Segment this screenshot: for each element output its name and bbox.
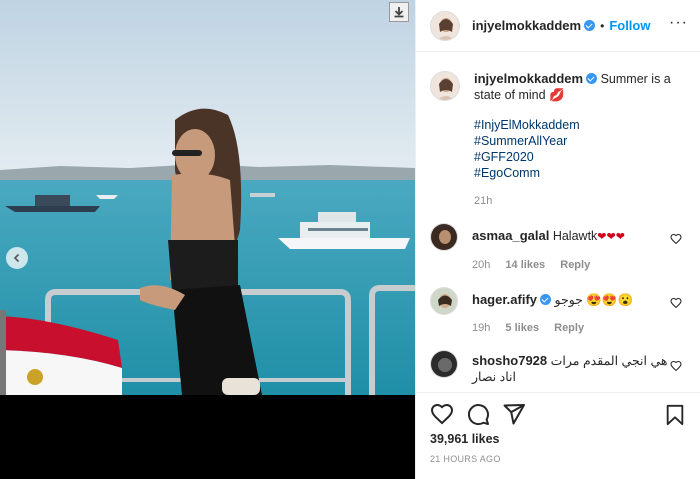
- like-button[interactable]: [430, 402, 454, 426]
- comment: shosho7928 هي انجي المقدم مرات اناد نصار: [430, 350, 686, 385]
- follow-button[interactable]: Follow: [609, 18, 650, 33]
- avatar-image: [431, 288, 457, 314]
- photo-scene: [0, 0, 415, 395]
- comment-text: Halawtk: [552, 229, 598, 243]
- verified-icon: [584, 20, 596, 31]
- comment-time[interactable]: 20h: [472, 259, 490, 271]
- likes-count[interactable]: 39,961 likes: [430, 432, 686, 446]
- comment-text: جوجو 😍😍😮: [554, 293, 634, 307]
- heart-icon[interactable]: [670, 297, 682, 309]
- reply-button[interactable]: Reply: [560, 259, 590, 271]
- comment-likes[interactable]: 5 likes: [505, 322, 539, 334]
- caption-avatar[interactable]: [430, 71, 460, 101]
- avatar-image: [431, 351, 457, 377]
- post-panel: injyelmokkaddem • Follow ··· injyelmokkadd…: [415, 0, 700, 479]
- commenter-username[interactable]: asmaa_galal: [472, 228, 549, 243]
- heart-icon: [430, 403, 454, 425]
- reply-button[interactable]: Reply: [554, 322, 584, 334]
- hashtag-link[interactable]: #SummerAllYear: [474, 133, 686, 149]
- previous-photo-button[interactable]: [6, 247, 28, 269]
- commenter-avatar[interactable]: [430, 287, 458, 315]
- verified-icon: [540, 294, 552, 305]
- comment: hager.afify جوجو 😍😍😮 19h 5 likes Reply: [430, 287, 686, 334]
- caption-username[interactable]: injyelmokkaddem: [474, 71, 583, 86]
- chevron-left-icon: [13, 253, 20, 263]
- commenter-avatar[interactable]: [430, 350, 458, 378]
- avatar-image: [431, 11, 459, 40]
- bookmark-icon: [666, 404, 684, 426]
- heart-icon[interactable]: [670, 233, 682, 245]
- avatar-image: [431, 224, 457, 250]
- comment-button[interactable]: [466, 402, 490, 426]
- post-timestamp[interactable]: 21 HOURS AGO: [430, 454, 686, 464]
- comment-icon: [467, 404, 489, 426]
- download-icon: [394, 7, 404, 18]
- caption-time[interactable]: 21h: [474, 195, 492, 207]
- comment-time[interactable]: 19h: [472, 322, 490, 334]
- caption: injyelmokkaddem Summer is a state of min…: [430, 71, 686, 207]
- hashtag-list: #InjyElMokkaddem #SummerAllYear #GFF2020…: [474, 117, 686, 181]
- hashtag-link[interactable]: #GFF2020: [474, 149, 686, 165]
- save-button[interactable]: [664, 404, 686, 429]
- hashtag-link[interactable]: #EgoComm: [474, 165, 686, 181]
- heart-icon[interactable]: [670, 360, 682, 372]
- comment-hearts: ❤❤❤: [597, 231, 625, 243]
- author-username[interactable]: injyelmokkaddem: [472, 18, 581, 33]
- avatar-image: [431, 72, 459, 100]
- share-icon: [503, 404, 525, 425]
- verified-icon: [586, 73, 598, 84]
- commenter-username[interactable]: hager.afify: [472, 292, 537, 307]
- author-avatar[interactable]: [430, 10, 460, 41]
- post-header: injyelmokkaddem • Follow ···: [416, 0, 700, 52]
- dot-separator: •: [600, 19, 605, 33]
- comment: asmaa_galal Halawtk❤❤❤ 20h 14 likes Repl…: [430, 223, 686, 271]
- share-button[interactable]: [502, 402, 526, 426]
- comment-likes[interactable]: 14 likes: [505, 259, 545, 271]
- commenter-username[interactable]: shosho7928: [472, 353, 547, 368]
- hashtag-link[interactable]: #InjyElMokkaddem: [474, 117, 686, 133]
- more-options-icon[interactable]: ···: [669, 15, 688, 31]
- action-bar: 39,961 likes 21 HOURS AGO: [416, 392, 700, 479]
- post-media: [0, 0, 415, 479]
- comments-section: injyelmokkaddem Summer is a state of min…: [416, 53, 700, 391]
- download-button[interactable]: [389, 2, 409, 22]
- commenter-avatar[interactable]: [430, 223, 458, 251]
- post-photo[interactable]: [0, 0, 415, 395]
